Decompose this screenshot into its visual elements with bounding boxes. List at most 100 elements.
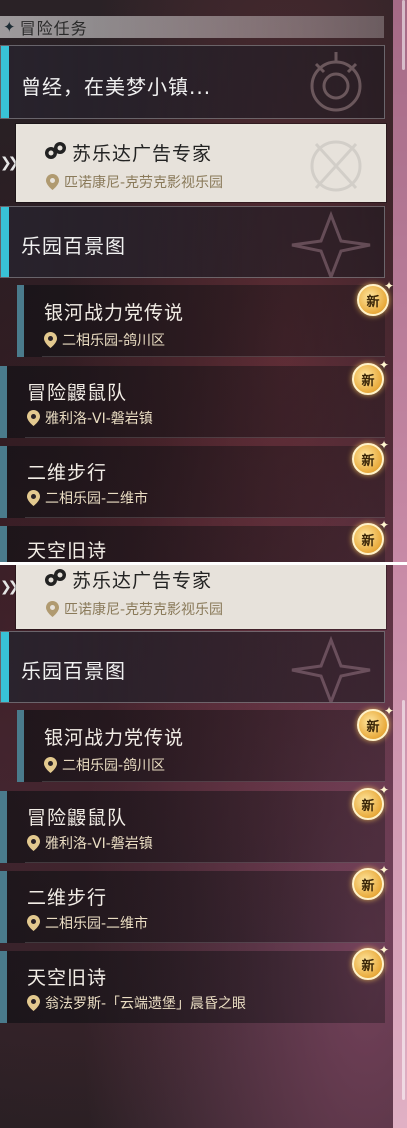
quest-bar (0, 526, 7, 562)
divider-line (25, 437, 385, 438)
sparkle-icon: ✦ (378, 863, 389, 877)
quest-item[interactable]: 二维步行 二相乐园-二维市 (0, 446, 385, 518)
sodalite-quest-icon (45, 569, 66, 586)
map-pin-icon (46, 601, 59, 617)
category-title: 乐园百景图 (21, 234, 126, 258)
sparkle-icon: ✦ (383, 279, 394, 293)
location-text: 二相乐园-鸽川区 (62, 333, 166, 349)
quest-title: 苏乐达广告专家 (72, 570, 213, 592)
new-badge-icon: 新 ✦ (352, 358, 389, 395)
quest-title: 银河战力党传说 (44, 727, 185, 749)
location-text: 匹诺康尼-克劳克影视乐园 (64, 175, 224, 191)
quest-location: 二相乐园-鸽川区 (44, 755, 165, 775)
quest-item-top[interactable]: 曾经，在美梦小镇... (0, 45, 385, 119)
quest-bar (0, 791, 7, 863)
category-title: 乐园百景图 (21, 659, 126, 683)
new-badge-icon: 新 ✦ (357, 704, 394, 741)
location-text: 二相乐园-鸽川区 (62, 758, 166, 774)
location-text: 雅利洛-VI-磐岩镇 (45, 411, 153, 427)
quest-item[interactable]: 天空旧诗 翁法罗斯-「云端遗堡」晨昏之眼 (0, 951, 385, 1023)
accent-bar (1, 632, 9, 702)
quest-item[interactable]: 银河战力党传说 二相乐园-鸽川区 (17, 285, 385, 357)
divider-line (42, 356, 385, 357)
quest-location: 翁法罗斯-「云端遗堡」晨昏之眼 (27, 993, 246, 1013)
quest-item[interactable]: 冒险鼹鼠队 雅利洛-VI-磐岩镇 (0, 366, 385, 438)
quest-title: 银河战力党传说 (44, 302, 185, 324)
emblem-icon (310, 52, 362, 112)
map-pin-icon (27, 915, 40, 931)
quest-title: 曾经，在美梦小镇... (21, 75, 212, 99)
emblem-icon (310, 140, 362, 192)
accent-bar (1, 46, 9, 118)
quest-location: 匹诺康尼-克劳克影视乐园 (46, 172, 223, 192)
sparkle-icon: ✦ (378, 943, 389, 957)
new-badge-icon: 新 ✦ (352, 518, 389, 555)
divider-line (25, 517, 385, 518)
quest-title: 二维步行 (27, 887, 108, 909)
quest-list-panel-top: ✦ 冒险任务 曾经，在美梦小镇... ❯❯ 苏乐达广告专家 匹诺康尼-克劳克影视… (0, 0, 395, 562)
quest-title: 冒险鼹鼠队 (27, 807, 128, 829)
quest-item[interactable]: 银河战力党传说 二相乐园-鸽川区 (17, 710, 385, 782)
emblem-icon (291, 211, 371, 277)
new-badge-icon: 新 ✦ (357, 279, 394, 316)
new-badge-icon: 新 ✦ (352, 863, 389, 900)
quest-location: 二相乐园-二维市 (27, 488, 148, 508)
sparkle-icon: ✦ (378, 438, 389, 452)
quest-bar (17, 285, 24, 357)
quest-bar (0, 871, 7, 943)
accent-bar (1, 207, 9, 277)
divider-line (42, 781, 385, 782)
quest-item[interactable]: 天空旧诗 (0, 526, 385, 562)
badge-text: 新 (366, 294, 380, 310)
badge-text: 新 (361, 533, 375, 549)
quest-item[interactable]: 二维步行 二相乐园-二维市 (0, 871, 385, 943)
map-pin-icon (44, 332, 57, 348)
quest-list-panel-bottom: ❯❯ 苏乐达广告专家 匹诺康尼-克劳克影视乐园 乐园百景图 银河战力党传说 二相… (0, 565, 395, 1128)
quest-title: 天空旧诗 (27, 967, 108, 989)
quest-bar (0, 951, 7, 1023)
map-pin-icon (27, 995, 40, 1011)
double-chevron-icon: ❯❯ (0, 155, 20, 171)
new-badge-icon: 新 ✦ (352, 943, 389, 980)
scrollbar-thumb-top[interactable] (402, 0, 405, 70)
new-badge-icon: 新 ✦ (352, 783, 389, 820)
badge-text: 新 (361, 798, 375, 814)
category-header[interactable]: 乐园百景图 (0, 206, 385, 278)
badge-text: 新 (361, 373, 375, 389)
quest-item[interactable]: 冒险鼹鼠队 雅利洛-VI-磐岩镇 (0, 791, 385, 863)
quest-item-selected[interactable]: 苏乐达广告专家 匹诺康尼-克劳克影视乐园 (16, 565, 386, 629)
sparkle-icon: ✦ (378, 783, 389, 797)
scrollbar-thumb-bottom[interactable] (402, 700, 405, 1100)
badge-text: 新 (361, 453, 375, 469)
quest-location: 二相乐园-鸽川区 (44, 330, 165, 350)
quest-location: 二相乐园-二维市 (27, 913, 148, 933)
location-text: 二相乐园-二维市 (45, 916, 149, 932)
section-header: ✦ 冒险任务 (0, 16, 384, 38)
quest-location: 雅利洛-VI-磐岩镇 (27, 408, 153, 428)
location-text: 二相乐园-二维市 (45, 491, 149, 507)
badge-text: 新 (366, 719, 380, 735)
quest-title: 天空旧诗 (27, 540, 108, 562)
quest-title: 冒险鼹鼠队 (27, 382, 128, 404)
divider-line (25, 942, 385, 943)
divider-line (25, 862, 385, 863)
double-chevron-icon: ❯❯ (0, 579, 20, 595)
category-header[interactable]: 乐园百景图 (0, 631, 385, 703)
quest-item-selected[interactable]: 苏乐达广告专家 匹诺康尼-克劳克影视乐园 (16, 124, 386, 202)
map-pin-icon (27, 490, 40, 506)
badge-text: 新 (361, 958, 375, 974)
quest-location: 匹诺康尼-克劳克影视乐园 (46, 599, 223, 619)
quest-title: 苏乐达广告专家 (72, 143, 213, 165)
location-text: 雅利洛-VI-磐岩镇 (45, 836, 153, 852)
emblem-icon (291, 636, 371, 702)
new-badge-icon: 新 ✦ (352, 438, 389, 475)
map-pin-icon (27, 835, 40, 851)
diamond-icon: ✦ (3, 18, 16, 36)
quest-location: 雅利洛-VI-磐岩镇 (27, 833, 153, 853)
sparkle-icon: ✦ (383, 704, 394, 718)
section-title: 冒险任务 (19, 19, 88, 38)
quest-title: 二维步行 (27, 462, 108, 484)
quest-bar (0, 366, 7, 438)
sparkle-icon: ✦ (378, 358, 389, 372)
location-text: 匹诺康尼-克劳克影视乐园 (64, 602, 224, 618)
